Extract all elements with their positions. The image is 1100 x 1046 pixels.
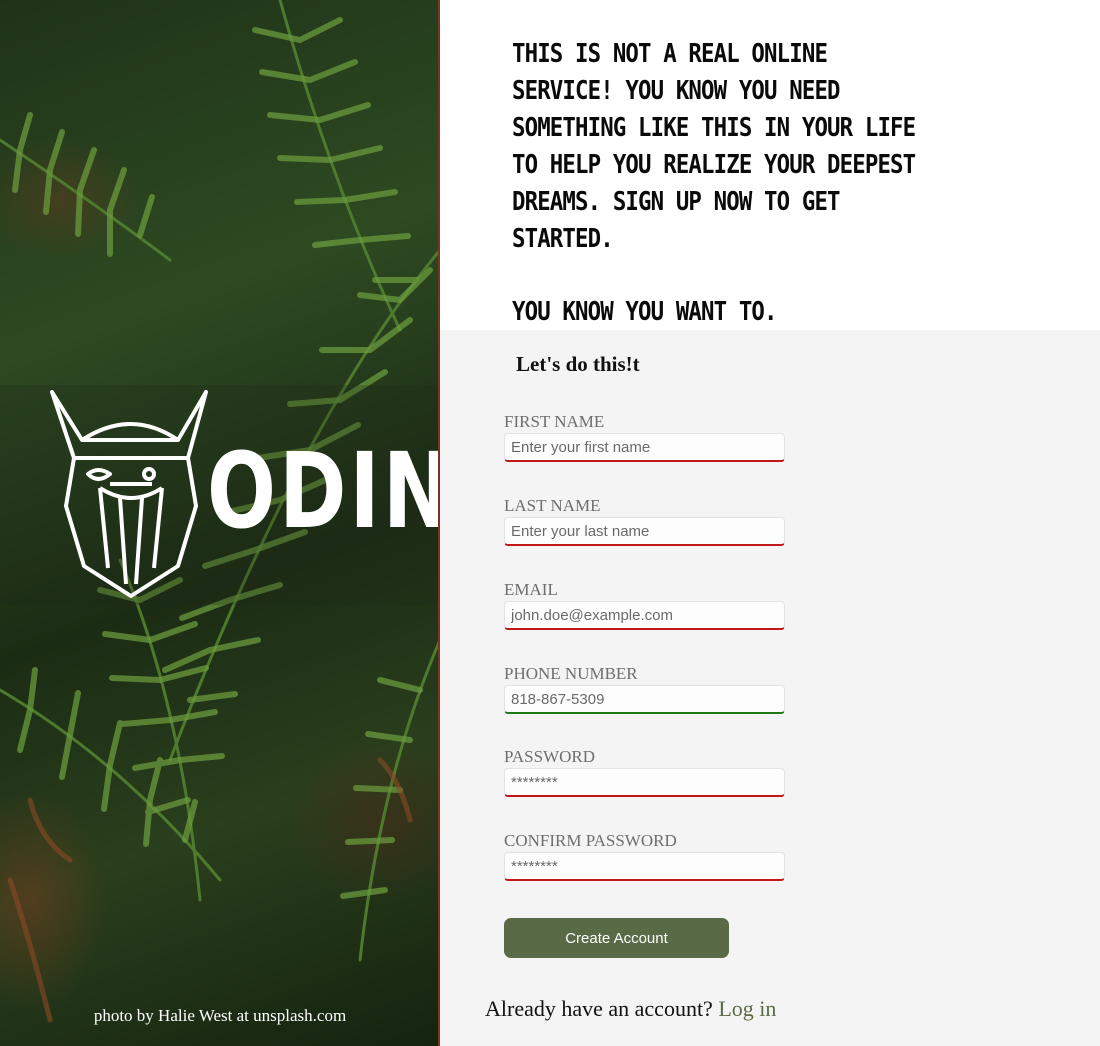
login-prompt-line: Already have an account? Log in	[485, 996, 776, 1022]
email-field: EMAIL	[504, 579, 785, 630]
intro-section: THIS IS NOT A REAL ONLINE SERVICE! YOU K…	[440, 0, 1100, 330]
intro-text: THIS IS NOT A REAL ONLINE SERVICE! YOU K…	[512, 36, 916, 331]
signup-form: Let's do this!t FIRST NAME LAST NAME EMA…	[440, 330, 1100, 1046]
brand-logo-text: ODIN	[207, 430, 440, 552]
email-label: EMAIL	[504, 580, 558, 599]
confirm-password-input[interactable]	[504, 852, 785, 881]
last-name-label: LAST NAME	[504, 496, 601, 515]
phone-field: PHONE NUMBER	[504, 663, 785, 714]
password-label: PASSWORD	[504, 747, 596, 766]
password-field: PASSWORD	[504, 746, 785, 797]
photo-credit: photo by Halie West at unsplash.com	[93, 1006, 347, 1025]
password-input[interactable]	[504, 768, 785, 797]
phone-label: PHONE NUMBER	[504, 664, 638, 683]
confirm-password-field: CONFIRM PASSWORD	[504, 830, 785, 881]
intro-tagline: YOU KNOW YOU WANT TO.	[512, 297, 778, 327]
last-name-input[interactable]	[504, 517, 785, 546]
email-input[interactable]	[504, 601, 785, 630]
intro-paragraph: THIS IS NOT A REAL ONLINE SERVICE! YOU K…	[512, 39, 916, 254]
create-account-button[interactable]: Create Account	[504, 918, 729, 958]
hero-image-panel: ODIN photo by Halie West at unsplash.com	[0, 0, 440, 1046]
odin-viking-logo-icon	[50, 390, 208, 598]
login-link[interactable]: Log in	[718, 996, 776, 1021]
first-name-input[interactable]	[504, 433, 785, 462]
phone-input[interactable]	[504, 685, 785, 714]
confirm-password-label: CONFIRM PASSWORD	[504, 831, 677, 850]
login-prompt-text: Already have an account?	[485, 996, 713, 1021]
first-name-label: FIRST NAME	[504, 412, 605, 431]
form-heading: Let's do this!t	[516, 352, 640, 376]
first-name-field: FIRST NAME	[504, 411, 785, 462]
last-name-field: LAST NAME	[504, 495, 785, 546]
